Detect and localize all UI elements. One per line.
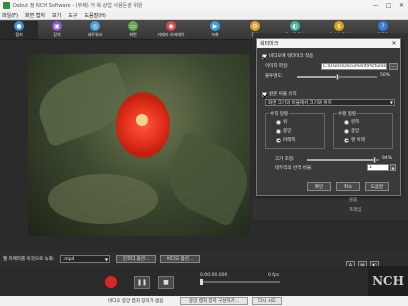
opacity-slider[interactable]: [335, 74, 339, 80]
size-slider[interactable]: [373, 157, 377, 163]
horizontal-align-label: 수평 정렬: [337, 111, 357, 117]
menu-capture[interactable]: 화면 캡처: [25, 12, 45, 19]
window-controls: — □ ✕: [369, 0, 408, 11]
encoder-options-button[interactable]: 인코더 옵션...: [116, 255, 156, 263]
vertical-option-center[interactable]: 중앙: [276, 128, 291, 134]
margin-spinner[interactable]: ▲: [390, 164, 396, 171]
volume-knob[interactable]: [200, 279, 203, 285]
fit-mode-select[interactable]: 화면 크기의 비율에서 크기와 위치 ▼: [265, 99, 395, 106]
format-label: 웹 카메라를 이것으로 녹화:: [3, 257, 55, 262]
cancel-button[interactable]: 취소: [336, 182, 360, 191]
volume-slider[interactable]: [200, 279, 280, 285]
menu-file[interactable]: 파일(F): [2, 12, 18, 19]
size-slider-fill: [307, 159, 375, 161]
margin-label: 테두리의 반격 비율:: [275, 166, 313, 171]
preview-foliage: [48, 174, 158, 224]
toolbar-device[interactable]: ▣ 장치: [38, 21, 76, 38]
configure-device-button[interactable]: 중앙 캡처 장치 구성하기...: [180, 297, 248, 305]
watermark-dialog: 워터마크 ✕ 비디오에 워터마크 적용 이미지 파일: C:\Users\Doc…: [256, 38, 401, 196]
stop-button[interactable]: ■: [158, 276, 174, 289]
keep-ratio-label: 원본 비율 유지: [269, 92, 297, 97]
horizontal-option-left[interactable]: 왼쪽: [344, 119, 359, 125]
opacity-label: 불투명도:: [265, 74, 284, 79]
window-title: Debut 정 NCH Software - (무제) 거 복·상업 사용돈관 …: [13, 3, 143, 9]
image-file-input[interactable]: C:\Users\Document\Pictures\: [321, 63, 387, 70]
menu-bar: 파일(F) 화면 캡처 보기 도구 도움말(H): [0, 11, 408, 20]
minimize-button[interactable]: —: [369, 0, 382, 11]
image-file-label: 이미지 파일:: [265, 64, 289, 69]
vertical-align-label: 수직 정렬: [269, 111, 289, 117]
device-icon: ▣: [52, 21, 62, 31]
dialog-title: 워터마크: [257, 39, 400, 48]
chevron-down-icon: ▼: [104, 256, 108, 262]
frame-label: 프레임: [349, 208, 362, 213]
close-button[interactable]: ✕: [395, 0, 408, 11]
buy-online-icon: $: [334, 21, 344, 31]
help-icon: ?: [378, 21, 388, 31]
menu-view[interactable]: 보기: [52, 12, 61, 19]
radio-button[interactable]: [344, 137, 349, 143]
radio-button[interactable]: [276, 128, 281, 134]
toolbar-screen[interactable]: ▭ 화면: [114, 21, 152, 38]
toolbar-network[interactable]: ◎ 네트워크: [76, 21, 114, 38]
watermark-checkbox-label: 비디오에 워터마크 적용: [269, 54, 314, 59]
dialog-close-button[interactable]: ✕: [388, 39, 400, 48]
nch-logo: NCH: [368, 266, 408, 296]
size-label: 크기 조정:: [275, 157, 295, 162]
retry-button[interactable]: 다시 시도: [252, 297, 282, 305]
opacity-slider-fill: [297, 76, 337, 78]
menu-tools[interactable]: 도구: [68, 12, 77, 19]
recording-controls: ❚❚ ■ 0:00:00.000 0 fps NCH: [0, 266, 408, 296]
app-icon: [3, 2, 10, 9]
keep-ratio-row[interactable]: 원본 비율 유지: [262, 91, 297, 97]
fps-readout: 0 fps: [268, 273, 280, 278]
chevron-down-icon: ▼: [389, 100, 393, 105]
format-select[interactable]: .mp4 ▼: [60, 255, 110, 263]
ok-button[interactable]: 확인: [307, 182, 331, 191]
toolbar-camera-overlay[interactable]: ◉ 카메라 오버레이: [152, 21, 190, 38]
screen-icon: ▭: [128, 21, 138, 31]
margin-input[interactable]: 1: [367, 164, 389, 171]
watermark-checkbox[interactable]: [262, 53, 267, 59]
capture-icon: ●: [14, 21, 24, 31]
vertical-align-group: 수직 정렬 위 중앙 아래쪽: [265, 111, 325, 149]
browse-button[interactable]: ...: [389, 63, 398, 70]
video-options-button[interactable]: 비디오 옵션...: [160, 255, 200, 263]
keep-ratio-checkbox[interactable]: [262, 91, 267, 97]
toolbar-capture[interactable]: ● 캡처: [0, 21, 38, 39]
size-value: 94%: [382, 156, 393, 161]
mode-options-icon: ◐: [290, 21, 300, 31]
maximize-button[interactable]: □: [382, 0, 395, 11]
pause-button[interactable]: ❚❚: [134, 276, 150, 289]
status-bar: 비디오 중앙 캡처 장치가 없음 중앙 캡처 장치 구성하기... 다시 시도: [0, 296, 408, 306]
horizontal-option-right[interactable]: 맨 아래: [344, 137, 365, 143]
radio-button[interactable]: [344, 119, 349, 125]
horizontal-align-group: 수평 정렬 왼쪽 중앙 맨 아래: [333, 111, 393, 149]
video-preview: [28, 54, 250, 236]
record-icon: ▶: [210, 21, 220, 31]
radio-button[interactable]: [276, 119, 281, 125]
status-message: 비디오 중앙 캡처 장치가 없음: [108, 299, 164, 304]
timecode: 0:00:00.000: [200, 273, 228, 278]
record-button[interactable]: [104, 275, 118, 289]
vertical-option-bottom[interactable]: 아래쪽: [276, 137, 295, 143]
options-icon: ⚙: [250, 21, 260, 31]
help-button[interactable]: 도움말: [365, 182, 389, 191]
preview-foliage: [156, 130, 250, 228]
radio-button[interactable]: [344, 128, 349, 134]
opacity-value: 50%: [380, 73, 391, 78]
camera-overlay-icon: ◉: [166, 21, 176, 31]
volume-label: 볼륨: [349, 198, 358, 203]
watermark-checkbox-row[interactable]: 비디오에 워터마크 적용: [262, 53, 313, 59]
menu-help[interactable]: 도움말(H): [84, 12, 105, 19]
toolbar-record[interactable]: ▶ 녹화: [196, 21, 234, 38]
horizontal-option-center[interactable]: 중앙: [344, 128, 359, 134]
network-icon: ◎: [90, 21, 100, 31]
preview-flower-center: [136, 114, 148, 126]
vertical-option-top[interactable]: 위: [276, 119, 287, 125]
radio-button[interactable]: [276, 137, 281, 143]
title-bar: Debut 정 NCH Software - (무제) 거 복·상업 사용돈관 …: [0, 0, 408, 11]
